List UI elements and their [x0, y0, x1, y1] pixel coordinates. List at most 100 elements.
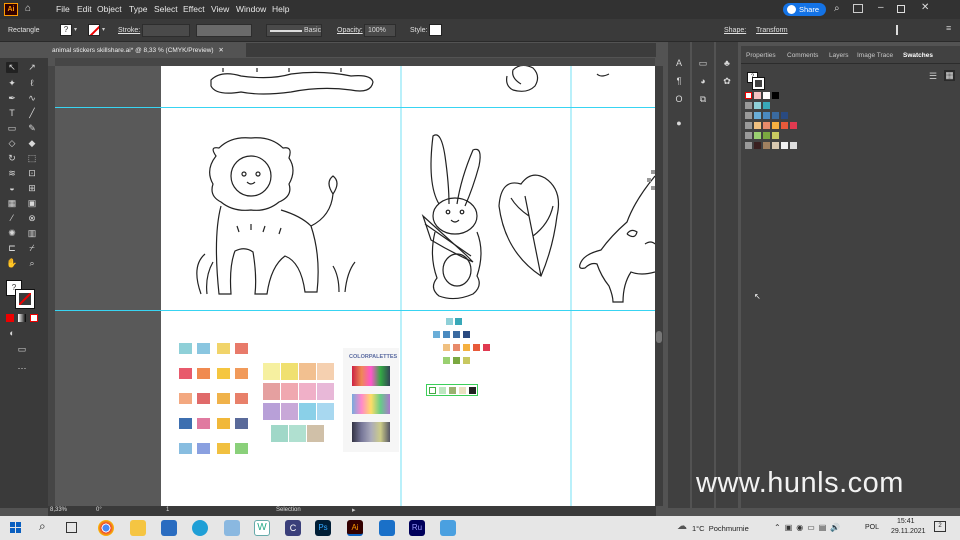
- opacity-field[interactable]: 100%: [364, 24, 396, 37]
- menu-effect[interactable]: Effect: [183, 4, 205, 14]
- weather-icon[interactable]: ☁: [677, 521, 687, 532]
- horizontal-ruler[interactable]: [55, 58, 655, 66]
- appearance-panel-icon[interactable]: ●: [673, 118, 685, 129]
- search-icon[interactable]: ⌕: [39, 519, 46, 534]
- share-button[interactable]: Share: [783, 3, 826, 16]
- paragraph-panel-icon[interactable]: ¶: [673, 76, 685, 87]
- word-like-icon[interactable]: W: [254, 520, 270, 536]
- panel-tab-layers[interactable]: Layers: [829, 52, 849, 59]
- premiere-rush-icon[interactable]: Ru: [409, 520, 425, 536]
- selection-tool-icon[interactable]: ↖: [6, 62, 18, 73]
- none-mode-icon[interactable]: [30, 314, 38, 322]
- artboard-icon[interactable]: ⊏: [6, 243, 18, 254]
- app-screen-icon[interactable]: [440, 520, 456, 536]
- column-graph-icon[interactable]: ▥: [26, 228, 38, 239]
- mail-icon[interactable]: [224, 520, 240, 536]
- direct-selection-icon[interactable]: ↗: [26, 62, 38, 73]
- fill-stroke-widget[interactable]: ?: [6, 280, 38, 310]
- stroke-swatch[interactable]: [88, 24, 100, 36]
- warp-icon[interactable]: ≋: [6, 168, 18, 179]
- weather-text[interactable]: 1°C Pochmurnie: [692, 524, 749, 533]
- fill-swatch[interactable]: ?: [60, 24, 72, 36]
- free-transform-icon[interactable]: ⊡: [26, 168, 38, 179]
- photoshop-icon[interactable]: Ps: [315, 520, 331, 536]
- clock-date[interactable]: 29.11.2021: [891, 528, 926, 535]
- restore-icon[interactable]: [897, 5, 905, 13]
- store-icon[interactable]: [161, 520, 177, 536]
- windows-start-icon[interactable]: [10, 522, 21, 533]
- rotation-field[interactable]: 0°: [96, 507, 124, 515]
- lasso-icon[interactable]: ℓ: [26, 78, 38, 89]
- shape-builder-icon[interactable]: ◒: [6, 183, 18, 194]
- pen-icon[interactable]: ✒: [6, 93, 18, 104]
- shaper-icon[interactable]: ◇: [6, 138, 18, 149]
- rectangle-icon[interactable]: ▭: [6, 123, 18, 134]
- menu-icon[interactable]: ≡: [946, 23, 951, 33]
- eyedropper-icon[interactable]: ⁄: [6, 213, 18, 224]
- screen-mode-icon[interactable]: ▭: [16, 344, 28, 355]
- symbol-sprayer-icon[interactable]: ✺: [6, 228, 18, 239]
- file-explorer-icon[interactable]: [130, 520, 146, 536]
- play-icon[interactable]: ▸: [352, 506, 356, 514]
- style-swatch[interactable]: [429, 24, 442, 36]
- color-mode-icon[interactable]: [6, 314, 14, 322]
- swatch-group-artboard[interactable]: [431, 318, 501, 373]
- color-guide-icon[interactable]: ◕: [697, 76, 709, 87]
- eraser-icon[interactable]: ◆: [26, 138, 38, 149]
- fill-stroke-mini[interactable]: ?: [747, 72, 765, 90]
- canvas[interactable]: COLORPALETTES: [55, 66, 655, 506]
- close-tab-icon[interactable]: ✕: [218, 47, 223, 54]
- magic-wand-icon[interactable]: ✦: [6, 78, 18, 89]
- task-view-icon[interactable]: [66, 522, 77, 533]
- selected-swatch-row[interactable]: [426, 384, 478, 396]
- clock-time[interactable]: 15:41: [897, 518, 915, 525]
- gradient-mode-icon[interactable]: [18, 314, 26, 322]
- panel-tab-properties[interactable]: Properties: [746, 52, 776, 59]
- app-blue-icon[interactable]: [379, 520, 395, 536]
- zoom-icon[interactable]: ⌕: [26, 258, 38, 269]
- document-tab[interactable]: animal stickers skillshare.ai* @ 8,33 % …: [48, 43, 246, 57]
- language-indicator[interactable]: POL: [865, 524, 879, 531]
- slice-icon[interactable]: ⌿: [26, 243, 38, 254]
- pathfinder-icon[interactable]: ⧉: [697, 94, 709, 105]
- zoom-field[interactable]: 8,33%: [50, 507, 78, 515]
- draw-mode-icon[interactable]: ◐: [6, 328, 18, 339]
- brush-definition-field[interactable]: Basic: [266, 24, 322, 37]
- tray-icons[interactable]: ⌃▣◉▭▤🔊: [774, 523, 844, 532]
- menu-type[interactable]: Type: [129, 4, 147, 14]
- panel-tab-swatches[interactable]: Swatches: [903, 52, 933, 59]
- align-icon[interactable]: [896, 25, 906, 35]
- close-icon[interactable]: ✕: [921, 2, 929, 13]
- menu-edit[interactable]: Edit: [77, 4, 92, 14]
- type-icon[interactable]: T: [6, 108, 18, 119]
- stroke-weight-field[interactable]: [142, 24, 190, 37]
- character-panel-icon[interactable]: A: [673, 58, 685, 69]
- curvature-icon[interactable]: ∿: [26, 93, 38, 104]
- blend-icon[interactable]: ⊗: [26, 213, 38, 224]
- colorpalettes-card[interactable]: COLORPALETTES: [343, 348, 399, 452]
- menu-window[interactable]: Window: [236, 4, 266, 14]
- list-view-icon[interactable]: ☰: [929, 71, 937, 82]
- menu-help[interactable]: Help: [272, 4, 289, 14]
- perspective-icon[interactable]: ⊞: [26, 183, 38, 194]
- variable-width-field[interactable]: [196, 24, 252, 37]
- line-icon[interactable]: ╱: [26, 108, 38, 119]
- artboards-panel-icon[interactable]: ▭: [697, 58, 709, 69]
- app-c-icon[interactable]: C: [285, 520, 301, 536]
- edge-icon[interactable]: [192, 520, 208, 536]
- transform-label[interactable]: Transform: [756, 27, 788, 34]
- brushes-panel-icon[interactable]: ✿: [721, 76, 733, 87]
- scale-icon[interactable]: ⬚: [26, 153, 38, 164]
- menu-select[interactable]: Select: [154, 4, 178, 14]
- panel-tab-image-trace[interactable]: Image Trace: [857, 52, 893, 59]
- panel-tab-comments[interactable]: Comments: [787, 52, 818, 59]
- paintbrush-icon[interactable]: ✎: [26, 123, 38, 134]
- minimize-icon[interactable]: –: [878, 2, 884, 13]
- palette-card-1[interactable]: [176, 336, 248, 466]
- chevron-down-icon[interactable]: ▾: [74, 26, 77, 33]
- symbols-panel-icon[interactable]: ♣: [721, 58, 733, 69]
- home-icon[interactable]: ⌂: [25, 4, 37, 15]
- menu-file[interactable]: File: [56, 4, 70, 14]
- illustrator-icon[interactable]: Ai: [347, 520, 363, 536]
- notifications-icon[interactable]: 2: [934, 521, 946, 532]
